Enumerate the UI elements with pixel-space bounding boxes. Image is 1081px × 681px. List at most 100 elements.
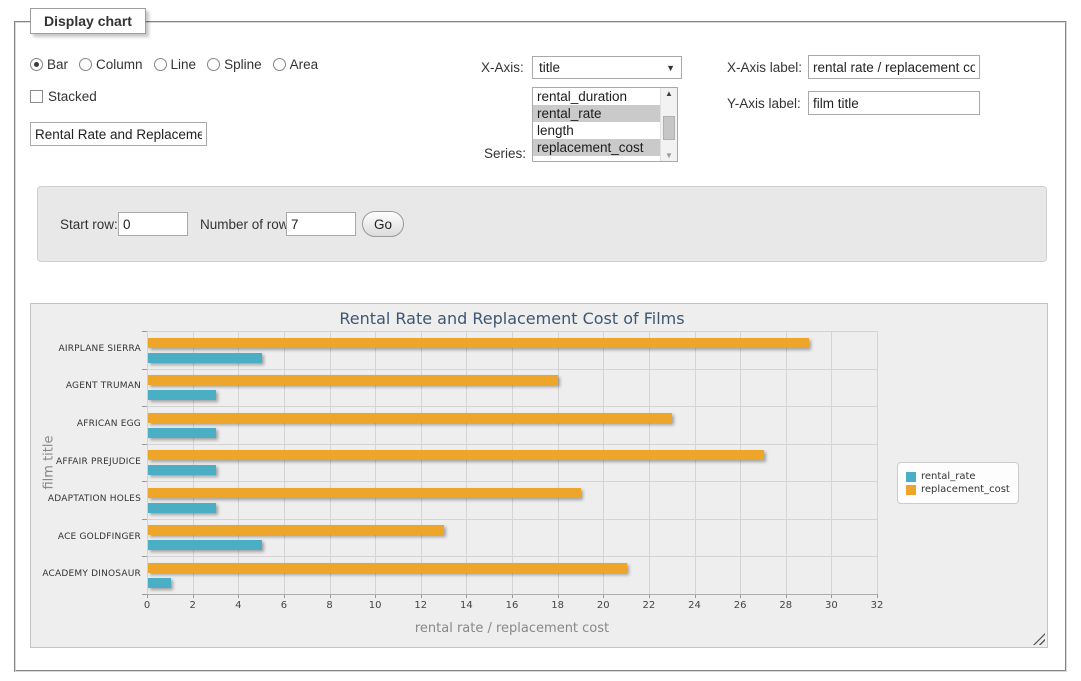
x-tick-label: 12	[414, 600, 427, 611]
radio-label: Spline	[224, 57, 262, 72]
x-tick-label: 14	[460, 600, 473, 611]
x-tick-label: 26	[734, 600, 747, 611]
x-gridline	[147, 331, 148, 594]
category-label: AFFAIR PREJUDICE	[31, 457, 141, 467]
x-tick-label: 28	[779, 600, 792, 611]
x-tick-label: 18	[551, 600, 564, 611]
bar-replacement_cost[interactable]	[148, 488, 581, 498]
stacked-checkbox[interactable]	[30, 90, 43, 103]
legend-label: replacement_cost	[921, 484, 1010, 495]
x-gridline	[284, 331, 285, 594]
y-gridline	[147, 369, 877, 370]
go-button[interactable]: Go	[362, 211, 404, 237]
radio-label: Column	[96, 57, 143, 72]
radio-icon[interactable]	[79, 58, 92, 71]
x-gridline	[558, 331, 559, 594]
y-gridline	[147, 481, 877, 482]
y-tick	[142, 331, 147, 332]
x-axis-selected-value: title	[539, 60, 666, 75]
start-row-label: Start row:	[60, 217, 118, 232]
scrollbar-thumb[interactable]	[663, 116, 675, 140]
bar-replacement_cost[interactable]	[148, 375, 558, 385]
series-select-label: Series:	[484, 146, 526, 161]
bar-replacement_cost[interactable]	[148, 525, 444, 535]
y-axis-label-input[interactable]	[808, 91, 980, 115]
bar-rental_rate[interactable]	[148, 428, 216, 438]
series-multiselect[interactable]: rental_durationrental_ratelengthreplacem…	[532, 87, 678, 162]
chevron-down-icon: ▼	[666, 63, 675, 73]
legend-item-rental_rate[interactable]: rental_rate	[906, 471, 1010, 482]
chart-legend: rental_rate replacement_cost	[897, 462, 1019, 504]
y-gridline	[147, 331, 877, 332]
x-tick-label: 4	[235, 600, 241, 611]
x-tick-label: 0	[144, 600, 150, 611]
x-axis-select[interactable]: title ▼	[532, 56, 682, 79]
series-option-rental_duration[interactable]: rental_duration	[533, 88, 660, 105]
radio-icon[interactable]	[154, 58, 167, 71]
radio-icon[interactable]	[207, 58, 220, 71]
y-axis-label-label: Y-Axis label:	[727, 96, 801, 111]
y-tick	[142, 556, 147, 557]
x-tick-label: 8	[326, 600, 332, 611]
fieldset-legend: Display chart	[30, 8, 146, 34]
x-gridline	[512, 331, 513, 594]
chart-title-input[interactable]	[30, 122, 207, 146]
x-axis-label-input[interactable]	[808, 55, 980, 79]
radio-label: Bar	[47, 57, 68, 72]
x-tick-label: 32	[871, 600, 884, 611]
row-controls-panel	[37, 186, 1047, 262]
bar-replacement_cost[interactable]	[148, 563, 627, 573]
x-tick-label: 10	[369, 600, 382, 611]
radio-icon[interactable]	[30, 58, 43, 71]
bar-rental_rate[interactable]	[148, 353, 262, 363]
bar-replacement_cost[interactable]	[148, 338, 809, 348]
start-row-input[interactable]	[118, 212, 188, 236]
stacked-label: Stacked	[48, 89, 97, 104]
resize-grip-icon[interactable]	[1033, 633, 1045, 645]
chart-type-radio-area[interactable]: Area	[273, 57, 319, 72]
x-gridline	[193, 331, 194, 594]
series-option-length[interactable]: length	[533, 122, 660, 139]
bar-rental_rate[interactable]	[148, 578, 171, 588]
bar-replacement_cost[interactable]	[148, 413, 672, 423]
scroll-up-icon[interactable]: ▲	[661, 89, 677, 98]
radio-label: Area	[290, 57, 319, 72]
x-gridline	[877, 331, 878, 594]
x-tick-label: 22	[643, 600, 656, 611]
x-gridline	[603, 331, 604, 594]
chart-type-radio-column[interactable]: Column	[79, 57, 143, 72]
bar-rental_rate[interactable]	[148, 390, 216, 400]
x-axis-line	[147, 594, 877, 595]
bar-rental_rate[interactable]	[148, 540, 262, 550]
x-gridline	[695, 331, 696, 594]
y-gridline	[147, 444, 877, 445]
bar-rental_rate[interactable]	[148, 503, 216, 513]
x-gridline	[466, 331, 467, 594]
legend-label: rental_rate	[921, 471, 976, 482]
bar-rental_rate[interactable]	[148, 465, 216, 475]
series-option-replacement_cost[interactable]: replacement_cost	[533, 139, 660, 156]
bar-replacement_cost[interactable]	[148, 450, 764, 460]
x-gridline	[649, 331, 650, 594]
chart-title: Rental Rate and Replacement Cost of Film…	[147, 309, 877, 328]
scroll-down-icon[interactable]: ▼	[661, 151, 677, 160]
stacked-checkbox-row[interactable]: Stacked	[30, 89, 97, 104]
x-gridline	[421, 331, 422, 594]
radio-icon[interactable]	[273, 58, 286, 71]
legend-item-replacement_cost[interactable]: replacement_cost	[906, 484, 1010, 495]
x-tick-label: 16	[506, 600, 519, 611]
legend-swatch-icon	[906, 472, 916, 482]
series-option-rental_rate[interactable]: rental_rate	[533, 105, 660, 122]
category-label: AGENT TRUMAN	[31, 381, 141, 391]
chart-type-radio-line[interactable]: Line	[154, 57, 197, 72]
chart-x-axis-title: rental rate / replacement cost	[147, 621, 877, 636]
x-gridline	[740, 331, 741, 594]
y-gridline	[147, 519, 877, 520]
x-gridline	[375, 331, 376, 594]
chart-type-radio-spline[interactable]: Spline	[207, 57, 262, 72]
y-gridline	[147, 406, 877, 407]
chart-type-radio-bar[interactable]: Bar	[30, 57, 68, 72]
listbox-scrollbar[interactable]: ▲ ▼	[660, 88, 677, 161]
category-label: ACADEMY DINOSAUR	[31, 569, 141, 579]
num-rows-input[interactable]	[286, 212, 356, 236]
